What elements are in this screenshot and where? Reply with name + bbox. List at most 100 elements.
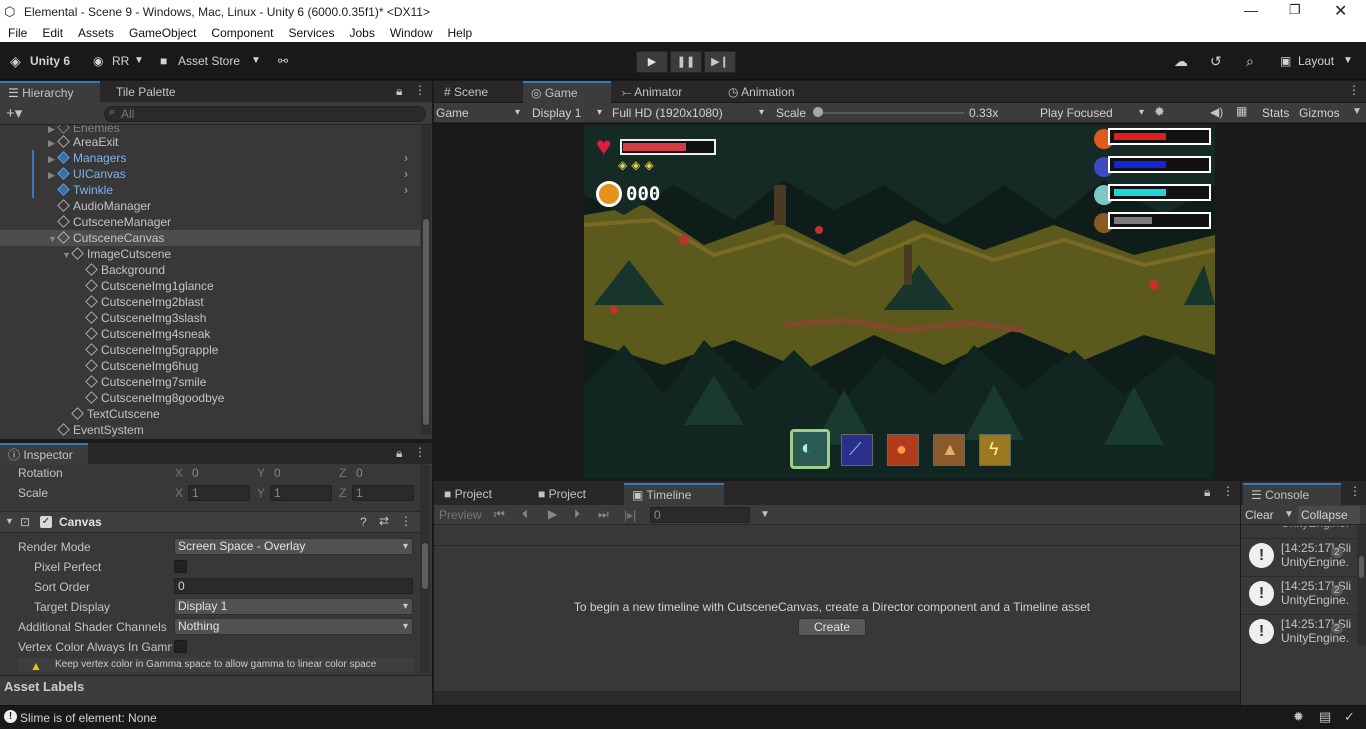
list-item[interactable]: CutsceneImg1glance — [85, 278, 214, 294]
tab-project-2[interactable]: ■ Project — [530, 483, 586, 505]
menu-component[interactable]: Component — [203, 24, 280, 40]
go-start-icon[interactable]: ⏮ — [494, 507, 505, 522]
list-item[interactable]: CutsceneImg2blast — [85, 294, 204, 310]
list-item[interactable]: CutsceneImg3slash — [85, 310, 206, 326]
menu-assets[interactable]: Assets — [70, 24, 121, 40]
gizmos-button[interactable]: Gizmos — [1299, 106, 1340, 120]
menu-window[interactable]: Window — [382, 24, 440, 40]
target-display-dropdown[interactable]: Display 1 — [174, 598, 413, 615]
scale-slider[interactable] — [818, 112, 964, 114]
tab-tile-palette[interactable]: Tile Palette — [108, 81, 176, 103]
more-options-icon[interactable]: ⋮ — [1349, 484, 1361, 498]
range-icon[interactable]: |▸| — [624, 508, 636, 522]
list-item-selected[interactable]: ▼ CutsceneCanvas — [48, 230, 164, 246]
cloud-icon[interactable]: ☁ — [1174, 50, 1188, 72]
chevron-down-icon[interactable]: ▼ — [1352, 106, 1362, 117]
more-options-icon[interactable]: ⋮ — [414, 445, 426, 459]
menu-services[interactable]: Services — [280, 24, 341, 40]
cache-icon[interactable]: ▤ — [1319, 709, 1331, 725]
chevron-right-icon[interactable]: › — [404, 151, 408, 165]
list-item[interactable]: Twinkle — [57, 182, 113, 198]
list-item[interactable]: ▼ ImageCutscene — [62, 246, 171, 262]
list-item[interactable]: CutsceneImg7smile — [85, 374, 206, 390]
menu-file[interactable]: File — [0, 24, 34, 40]
menu-jobs[interactable]: Jobs — [341, 24, 381, 40]
status-message[interactable]: Slime is of element: None — [20, 711, 157, 725]
resolution-dropdown[interactable]: Full HD (1920x1080) — [612, 103, 768, 123]
tab-console[interactable]: ☰ Console — [1243, 483, 1341, 505]
tab-game[interactable]: ◎ Game — [523, 81, 611, 103]
preset-icon[interactable]: ⇄ — [379, 514, 389, 528]
play-focused-dropdown[interactable]: Play Focused — [1040, 103, 1148, 123]
tab-project[interactable]: ■ Project — [436, 483, 492, 505]
bug-icon[interactable]: ✹ — [1293, 709, 1304, 725]
tab-inspector[interactable]: ⓘ Inspector — [0, 443, 88, 465]
history-icon[interactable]: ↺ — [1210, 50, 1222, 72]
scale-z-field[interactable]: 1 — [352, 485, 414, 501]
minimize-icon[interactable]: — — [1244, 2, 1258, 18]
shader-channels-dropdown[interactable]: Nothing — [174, 618, 413, 635]
help-icon[interactable]: ? — [360, 515, 367, 529]
lock-icon[interactable]: 🔒︎ — [1204, 485, 1210, 500]
rotation-y-field[interactable]: 0 — [270, 465, 332, 481]
vertex-color-checkbox[interactable] — [174, 640, 187, 653]
list-item[interactable]: Background — [85, 262, 165, 278]
asset-labels-header[interactable]: Asset Labels — [4, 679, 84, 694]
hierarchy-scrollbar[interactable] — [421, 125, 431, 435]
restore-icon[interactable]: ❐ — [1289, 2, 1301, 18]
next-frame-icon[interactable]: ⏵ — [574, 507, 580, 522]
play-timeline-icon[interactable]: ▶ — [548, 507, 557, 521]
menu-edit[interactable]: Edit — [34, 24, 70, 40]
rotation-z-field[interactable]: 0 — [352, 465, 414, 481]
list-item[interactable]: CutsceneImg6hug — [85, 358, 198, 374]
list-item[interactable]: TextCutscene — [71, 406, 160, 422]
inspector-scrollbar[interactable] — [420, 465, 430, 673]
tab-timeline[interactable]: ▣ Timeline — [624, 483, 724, 505]
pause-button[interactable]: ❚❚ — [670, 51, 702, 73]
unity-version-label[interactable]: Unity 6 — [30, 50, 70, 72]
skill-slot-water[interactable]: ⟋ — [841, 434, 873, 466]
audio-icon[interactable]: ◀) — [1210, 105, 1223, 119]
view-mode-dropdown[interactable]: Game — [436, 103, 524, 123]
create-button[interactable]: Create — [798, 618, 866, 636]
play-button[interactable]: ▶ — [636, 51, 668, 73]
console-entry[interactable]: ! [14:25:17] Sli UnityEngine. 2 — [1241, 538, 1357, 576]
preview-button[interactable]: Preview — [439, 508, 482, 522]
go-end-icon[interactable]: ⏭ — [598, 507, 609, 522]
more-options-icon[interactable]: ⋮ — [400, 514, 412, 528]
chevron-right-icon[interactable]: › — [404, 167, 408, 181]
chevron-right-icon[interactable]: › — [404, 183, 408, 197]
grid-icon[interactable]: ▦ — [1236, 104, 1247, 118]
bug-icon[interactable]: ✹ — [1154, 104, 1165, 120]
prev-frame-icon[interactable]: ⏴ — [522, 507, 528, 522]
frame-field[interactable]: 0 — [650, 507, 750, 523]
version-control-icon[interactable]: ⚯ — [278, 50, 288, 72]
menu-gameobject[interactable]: GameObject — [121, 24, 203, 40]
component-enabled-checkbox[interactable]: ✓ — [40, 516, 52, 528]
skill-slot-fire[interactable]: ● — [887, 434, 919, 466]
list-item[interactable]: CutsceneImg8goodbye — [85, 390, 224, 406]
account-dropdown[interactable]: RR — [112, 50, 129, 72]
menu-help[interactable]: Help — [440, 24, 480, 40]
game-render[interactable]: ♥ ◈◈◈ 000 ◐ ⟋ ● ▲ ϟ — [584, 125, 1215, 479]
console-scrollbar[interactable] — [1357, 526, 1366, 646]
check-icon[interactable]: ✓ — [1344, 709, 1355, 725]
skill-slot-lightning[interactable]: ϟ — [979, 434, 1011, 466]
tab-animator[interactable]: ⤚ Animator — [614, 81, 682, 103]
scale-slider-handle[interactable] — [813, 107, 823, 117]
list-item[interactable]: CutsceneManager — [57, 214, 171, 230]
add-icon[interactable]: +▾ — [6, 104, 22, 122]
chevron-down-icon[interactable]: ▼ — [760, 509, 770, 520]
lock-icon[interactable]: 🔒︎ — [396, 84, 402, 99]
tab-animation[interactable]: ◷ Animation — [720, 81, 795, 103]
asset-store-button[interactable]: Asset Store — [178, 50, 240, 72]
skill-slot-earth[interactable]: ▲ — [933, 434, 965, 466]
render-mode-dropdown[interactable]: Screen Space - Overlay — [174, 538, 413, 555]
list-item[interactable]: CutsceneImg4sneak — [85, 326, 210, 342]
list-item[interactable]: ▶ AreaExit — [48, 134, 118, 150]
account-icon[interactable]: ◉ — [93, 50, 103, 72]
more-options-icon[interactable]: ⋮ — [1222, 484, 1234, 498]
hierarchy-search-input[interactable]: All — [104, 106, 426, 122]
clear-button[interactable]: Clear — [1245, 508, 1274, 522]
close-icon[interactable]: ✕ — [1334, 1, 1347, 21]
